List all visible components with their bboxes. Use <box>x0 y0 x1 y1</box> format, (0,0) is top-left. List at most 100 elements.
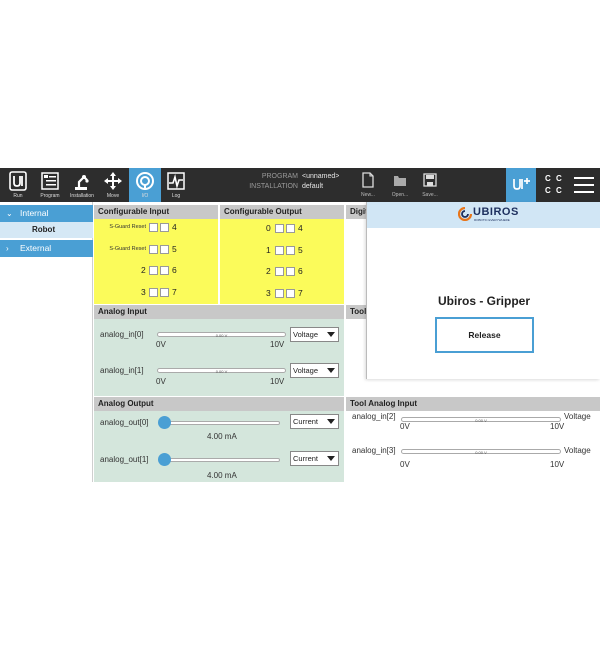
output-checkbox[interactable] <box>286 267 295 276</box>
nav-installation-button[interactable]: Installation <box>66 168 98 202</box>
input-checkbox[interactable] <box>160 288 169 297</box>
sidebar-item-internal[interactable]: ⌄ Internal <box>0 205 93 222</box>
io-sidebar: ⌄ Internal Robot › External <box>0 202 93 482</box>
ubiros-panel-header: UBIROS ROBOTIC EVERYWHERE <box>367 202 600 228</box>
analog-out-1-slider[interactable] <box>160 458 280 462</box>
ur-logo-icon <box>9 171 27 191</box>
sidebar-item-external[interactable]: › External <box>0 240 93 257</box>
analog-out-0-slider[interactable] <box>160 421 280 425</box>
program-value: <unnamed> <box>302 173 340 180</box>
input-checkbox[interactable] <box>160 266 169 275</box>
input-row-label: S-Guard Reset <box>109 246 146 252</box>
analog-in-0-mode-select[interactable]: Voltage <box>290 327 339 342</box>
input-checkbox[interactable] <box>160 245 169 254</box>
nav-log-label: Log <box>171 193 181 199</box>
analog-in-1-mode: Voltage <box>293 366 319 375</box>
sidebar-internal-label: Internal <box>20 208 49 218</box>
output-number: 5 <box>298 245 303 255</box>
save-program-button[interactable]: Save... <box>416 168 444 202</box>
analog-output-header: Analog Output <box>94 397 344 411</box>
input-checkbox[interactable] <box>149 245 158 254</box>
output-checkbox[interactable] <box>275 224 284 233</box>
tool-analog-in-3-value: 0.00 V <box>475 450 487 455</box>
ur-plus-icon <box>513 178 530 190</box>
robot-arm-icon <box>75 175 89 190</box>
input-checkbox[interactable] <box>149 223 158 232</box>
open-program-button[interactable]: Open... <box>386 168 414 202</box>
output-checkbox[interactable] <box>286 289 295 298</box>
menu-bar <box>574 184 594 186</box>
output-number: 0 <box>266 223 271 233</box>
dropdown-arrow-icon <box>327 419 335 424</box>
gripper-title: Ubiros - Gripper <box>437 294 530 308</box>
top-toolbar: Run Program Installation Move I/O Log PR… <box>0 168 600 202</box>
analog-out-0-mode-select[interactable]: Current <box>290 414 339 429</box>
move-arrows-icon <box>104 172 122 190</box>
analog-in-0-mode: Voltage <box>293 330 319 339</box>
cc-badge: C <box>545 174 551 183</box>
analog-out-0-mode: Current <box>293 417 319 426</box>
tool-analog-in-3-mode[interactable]: Voltage <box>564 446 591 455</box>
nav-program-label: Program <box>40 193 60 199</box>
input-number: 6 <box>172 265 177 275</box>
input-number: 3 <box>141 287 146 297</box>
cc-badge: C <box>556 174 562 183</box>
nav-log-button[interactable]: Log <box>160 168 192 202</box>
output-checkbox[interactable] <box>275 289 284 298</box>
analog-out-1-slider-handle[interactable] <box>158 453 171 466</box>
tool-analog-in-2-mode[interactable]: Voltage <box>564 412 591 421</box>
analog-in-1-min: 0V <box>156 377 166 386</box>
analog-in-1-label: analog_in[1] <box>100 366 144 375</box>
input-row-label: S-Guard Reset <box>109 224 146 230</box>
input-checkbox[interactable] <box>149 266 158 275</box>
output-number: 2 <box>266 266 271 276</box>
input-checkbox[interactable] <box>149 288 158 297</box>
analog-in-1-mode-select[interactable]: Voltage <box>290 363 339 378</box>
output-checkbox[interactable] <box>286 246 295 255</box>
output-checkbox[interactable] <box>286 224 295 233</box>
analog-in-0-label: analog_in[0] <box>100 330 144 339</box>
tool-analog-in-3-max: 10V <box>550 460 565 469</box>
output-checkbox[interactable] <box>275 267 284 276</box>
tool-analog-in-3-label: analog_in[3] <box>352 446 396 455</box>
dropdown-arrow-icon <box>327 368 335 373</box>
analog-output-panel: analog_out[0] 4.00 mA Current analog_out… <box>94 411 344 482</box>
input-checkbox[interactable] <box>160 223 169 232</box>
ubiros-logo: UBIROS ROBOTIC EVERYWHERE <box>458 206 524 224</box>
nav-io-button[interactable]: I/O <box>129 168 161 202</box>
program-label: PROGRAM <box>261 173 298 180</box>
output-number: 1 <box>266 245 271 255</box>
ubiros-swirl-icon <box>458 207 472 221</box>
analog-in-0-max: 10V <box>270 340 285 349</box>
nav-program-button[interactable]: Program <box>34 168 66 202</box>
sidebar-item-robot[interactable]: Robot <box>0 222 93 238</box>
menu-bar <box>574 191 594 193</box>
tool-analog-in-2-label: analog_in[2] <box>352 412 396 421</box>
output-number: 6 <box>298 266 303 276</box>
analog-input-header: Analog Input <box>94 305 344 319</box>
output-checkbox[interactable] <box>275 246 284 255</box>
nav-installation-label: Installation <box>70 193 94 199</box>
sidebar-robot-label: Robot <box>32 225 56 234</box>
urcaps-button[interactable] <box>506 168 536 202</box>
save-icon <box>423 173 437 187</box>
tool-analog-input-panel: analog_in[2] 0.00 V Voltage 0V 10V analo… <box>346 411 600 482</box>
tool-analog-in-3-min: 0V <box>400 460 410 469</box>
ubiros-logo-text: UBIROS <box>473 206 519 218</box>
io-icon <box>136 172 154 190</box>
analog-out-1-label: analog_out[1] <box>100 455 149 464</box>
analog-in-1-value: 0.00 V <box>215 369 228 374</box>
analog-out-1-mode-select[interactable]: Current <box>290 451 339 466</box>
analog-out-0-value: 4.00 mA <box>207 432 237 441</box>
analog-out-0-slider-handle[interactable] <box>158 416 171 429</box>
open-program-label: Open... <box>391 192 409 198</box>
nav-move-label: Move <box>106 193 120 199</box>
release-button[interactable]: Release <box>435 317 534 353</box>
configurable-output-header: Configurable Output <box>220 205 344 219</box>
analog-out-1-value: 4.00 mA <box>207 471 237 480</box>
nav-move-button[interactable]: Move <box>97 168 129 202</box>
nav-run-button[interactable]: Run <box>2 168 34 202</box>
hamburger-menu-button[interactable] <box>574 177 594 193</box>
configurable-input-panel: S-Guard Reset 4 S-Guard Reset 5 2 6 3 7 <box>94 219 218 304</box>
new-program-button[interactable]: New... <box>354 168 382 202</box>
